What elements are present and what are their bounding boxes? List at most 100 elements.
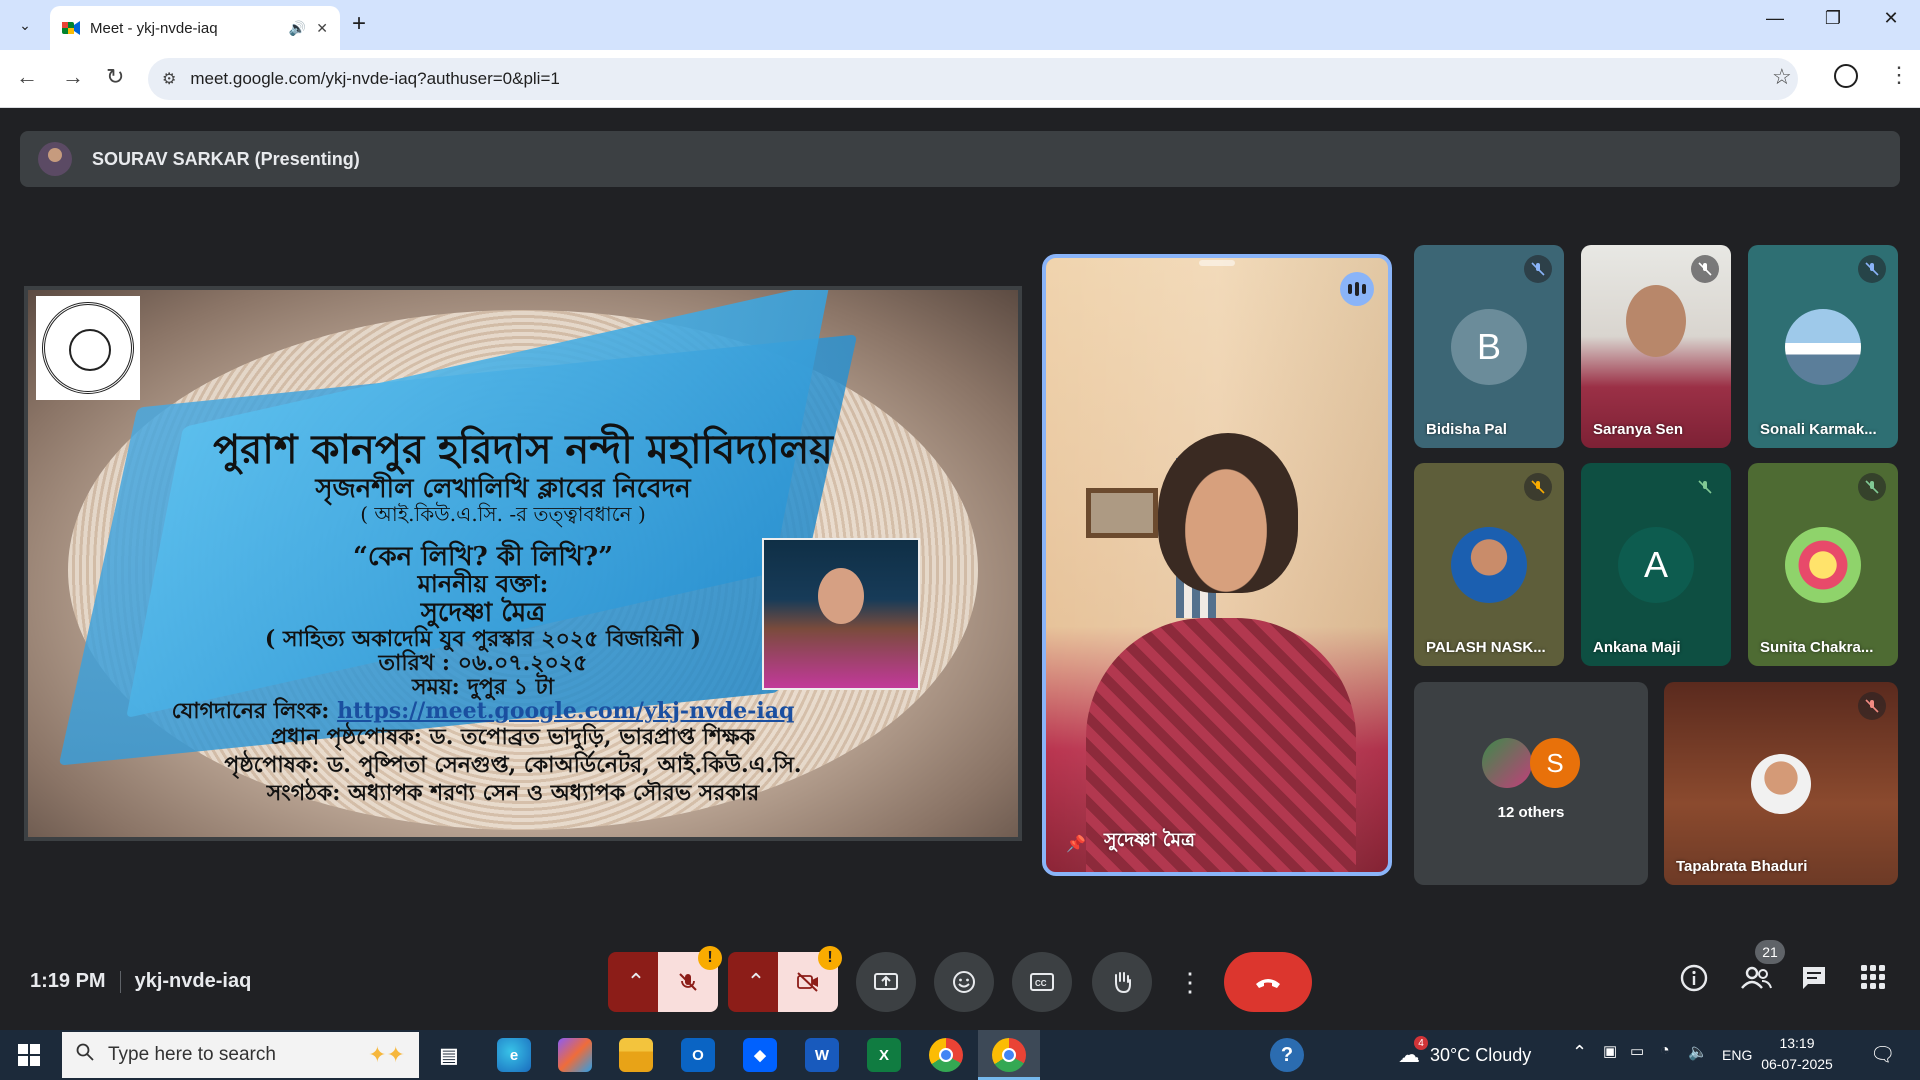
presenter-bar: SOURAV SARKAR (Presenting) [20, 131, 1900, 187]
avatar-letter: B [1451, 308, 1527, 385]
avatar-image [1451, 526, 1527, 603]
close-tab-icon[interactable]: ✕ [316, 20, 328, 37]
present-screen-button[interactable] [856, 952, 916, 1012]
raise-hand-button[interactable] [1092, 952, 1152, 1012]
participant-video-face [1626, 285, 1686, 357]
browser-tab-strip: ⌄ Meet - ykj-nvde-iaq 🔊 ✕ + — ❐ ✕ [0, 0, 1920, 50]
wifi-icon[interactable]: ◔ [1660, 1042, 1670, 1060]
close-window-button[interactable]: ✕ [1868, 8, 1914, 29]
meet-tray-icon[interactable]: ▣ [1603, 1042, 1617, 1060]
chevron-up-icon[interactable]: ⌃ [1572, 1042, 1587, 1063]
tab-search-button[interactable]: ⌄ [10, 12, 40, 38]
copilot-icon[interactable] [558, 1038, 592, 1072]
task-view-icon[interactable]: ▤ [432, 1038, 466, 1072]
taskbar-time: 13:19 [1779, 1035, 1815, 1051]
taskbar-date: 06-07-2025 [1761, 1056, 1833, 1072]
language-indicator[interactable]: ENG [1722, 1047, 1752, 1063]
weather-badge: 4 [1414, 1036, 1428, 1050]
more-options-button[interactable]: ⋮ [1170, 952, 1210, 1012]
windows-taskbar: Type here to search ✦✦ ▤ e O ◆ W X ? ☁ 4 … [0, 1030, 1920, 1080]
notifications-icon[interactable]: 🗨 [1870, 1042, 1895, 1067]
presenter-name: SOURAV SARKAR (Presenting) [92, 148, 360, 169]
site-info-icon[interactable]: ⚙ [162, 69, 176, 89]
participant-tile-sonali[interactable]: Sonali Karmak... [1748, 245, 1898, 448]
captions-icon: CC [1030, 973, 1054, 991]
avatar-image [1751, 753, 1811, 814]
taskbar-search-box[interactable]: Type here to search ✦✦ [62, 1032, 419, 1078]
battery-icon[interactable]: ▭ [1630, 1042, 1644, 1060]
meeting-details-button[interactable] [1680, 964, 1708, 999]
speaking-indicator-icon[interactable] [1340, 272, 1374, 306]
search-icon [76, 1043, 94, 1067]
file-explorer-icon[interactable] [619, 1038, 653, 1072]
activities-button[interactable] [1860, 964, 1886, 997]
avatar-image [1785, 526, 1861, 603]
presentation-slide[interactable]: পুরাশ কানপুর হরিদাস নন্দী মহাবিদ্যালয় স… [24, 286, 1022, 841]
others-tile[interactable]: S 12 others [1414, 682, 1648, 885]
participants-count-badge: 21 [1755, 940, 1785, 964]
windows-start-icon[interactable] [18, 1044, 40, 1066]
volume-icon[interactable]: 🔈 [1688, 1042, 1708, 1062]
meeting-code: ykj-nvde-iaq [134, 970, 252, 992]
back-arrow-icon[interactable]: ← [16, 64, 38, 90]
reload-icon[interactable]: ↻ [106, 64, 124, 90]
mic-off-icon [1691, 255, 1719, 283]
meeting-time: 1:19 PM [30, 970, 106, 992]
meet-stage: SOURAV SARKAR (Presenting) পুরাশ কানপুর … [0, 108, 1920, 1030]
minimize-window-button[interactable]: — [1752, 8, 1798, 29]
bookmark-star-icon[interactable]: ☆ [1772, 64, 1792, 90]
audio-options-button[interactable]: ⌃ [608, 952, 664, 1012]
restore-window-button[interactable]: ❐ [1810, 8, 1856, 29]
svg-text:CC: CC [1035, 979, 1047, 988]
outlook-icon[interactable]: O [681, 1038, 715, 1072]
drag-handle[interactable] [1199, 260, 1235, 266]
presenter-avatar [38, 142, 72, 176]
avatar-image [1785, 308, 1861, 385]
participant-tile-palash[interactable]: PALASH NASK... [1414, 463, 1564, 666]
people-button[interactable] [1740, 964, 1772, 999]
participant-tile-bidisha[interactable]: B Bidisha Pal [1414, 245, 1564, 448]
address-bar[interactable]: ⚙ meet.google.com/ykj-nvde-iaq?authuser=… [148, 58, 1798, 100]
browser-menu-icon[interactable]: ⋮ [1888, 62, 1910, 88]
mic-off-icon [1858, 692, 1886, 720]
chrome-icon[interactable] [929, 1038, 963, 1072]
edge-browser-icon[interactable]: e [497, 1038, 531, 1072]
others-avatar [1482, 738, 1532, 788]
weather-widget[interactable]: ☁ 4 30°C Cloudy [1398, 1036, 1531, 1068]
emoji-reactions-button[interactable] [934, 952, 994, 1012]
browser-tab-meet[interactable]: Meet - ykj-nvde-iaq 🔊 ✕ [50, 6, 340, 50]
camera-off-icon [797, 972, 818, 992]
video-options-button[interactable]: ⌃ [728, 952, 784, 1012]
captions-button[interactable]: CC [1012, 952, 1072, 1012]
participant-tile-saranya[interactable]: Saranya Sen [1581, 245, 1731, 448]
sparkle-icon: ✦✦ [368, 1042, 405, 1067]
participant-tile-tapabrata[interactable]: Tapabrata Bhaduri [1664, 682, 1898, 885]
profile-icon[interactable] [1834, 64, 1858, 88]
participant-name: PALASH NASK... [1426, 639, 1546, 656]
leave-call-button[interactable] [1224, 952, 1312, 1012]
participant-name: Tapabrata Bhaduri [1676, 858, 1808, 875]
mic-off-icon [679, 973, 697, 991]
new-tab-button[interactable]: + [352, 10, 366, 38]
forward-arrow-icon[interactable]: → [62, 64, 84, 90]
help-icon[interactable]: ? [1270, 1038, 1304, 1072]
slide-supervision: ( আই.কিউ.এ.সি. -র তত্ত্বাবধানে ) [360, 502, 646, 526]
participant-tile-ankana[interactable]: A Ankana Maji [1581, 463, 1731, 666]
hand-icon [1115, 972, 1131, 994]
taskbar-clock[interactable]: 13:19 06-07-2025 [1752, 1033, 1842, 1075]
pin-icon[interactable]: 📌 [1066, 834, 1086, 854]
speaker-audio-icon[interactable]: 🔊 [289, 20, 306, 37]
chat-button[interactable] [1800, 964, 1828, 999]
chrome-meet-icon[interactable] [992, 1038, 1026, 1072]
camera-warning-icon: ! [818, 946, 842, 970]
apps-grid-icon [1861, 965, 1885, 989]
featured-speaker-tile[interactable]: 📌 সুদেষ্ণা মৈত্র [1042, 254, 1392, 876]
participant-name: Saranya Sen [1593, 421, 1684, 438]
wall-frame [1086, 488, 1158, 538]
dropbox-icon[interactable]: ◆ [743, 1038, 777, 1072]
word-icon[interactable]: W [805, 1038, 839, 1072]
excel-icon[interactable]: X [867, 1038, 901, 1072]
meeting-info: 1:19 PM ykj-nvde-iaq [30, 970, 251, 993]
participant-tile-sunita[interactable]: Sunita Chakra... [1748, 463, 1898, 666]
participant-name: Sunita Chakra... [1760, 639, 1874, 656]
